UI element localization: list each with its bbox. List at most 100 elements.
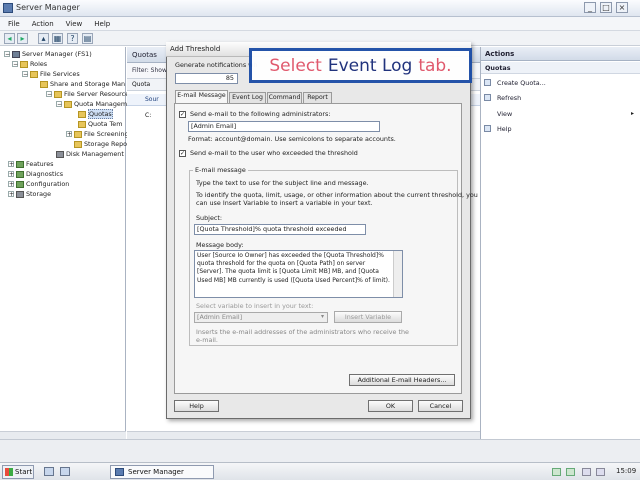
action-help[interactable]: Help <box>484 123 634 134</box>
network-tray-icon[interactable] <box>552 468 561 476</box>
menu-file[interactable]: File <box>8 20 20 28</box>
title-bar: Server Manager _ □ × <box>0 0 640 17</box>
folder-icon <box>64 100 72 108</box>
instruction-callout-text: Select Event Log tab. <box>252 51 469 80</box>
chevron-down-icon: ▾ <box>320 313 324 320</box>
send-to-user-checkbox[interactable]: ✓ <box>179 150 186 157</box>
taskbar: Start Server Manager 15:09 <box>0 462 640 480</box>
submenu-arrow-icon: ▸ <box>630 110 634 117</box>
server-icon <box>12 50 20 58</box>
taskbar-item-server-manager[interactable]: Server Manager <box>110 465 214 479</box>
tree-item-diagnostics[interactable]: + Diagnostics <box>8 169 63 179</box>
minimize-button[interactable]: _ <box>584 2 596 13</box>
window-title: Server Manager <box>16 3 80 12</box>
tab-email-message[interactable]: E-mail Message <box>175 90 228 104</box>
action-refresh[interactable]: Refresh <box>484 92 634 103</box>
up-folder-icon[interactable]: ▴ <box>38 33 49 44</box>
storage-icon <box>16 190 24 198</box>
folder-icon <box>40 80 48 88</box>
forward-icon[interactable]: ▸ <box>17 33 28 44</box>
show-hide-tree-icon[interactable]: ▦ <box>52 33 63 44</box>
email-message-group-label: E-mail message <box>193 166 248 174</box>
group-intro-text: Type the text to use for the subject lin… <box>196 179 369 187</box>
actions-header: Actions <box>481 47 640 61</box>
start-button[interactable]: Start <box>2 465 34 479</box>
send-to-admins-checkbox[interactable]: ✓ <box>179 111 186 118</box>
tree-item-fsrm[interactable]: − File Server Resource <box>46 89 129 99</box>
subject-label: Subject: <box>196 214 223 222</box>
send-to-admins-label: Send e-mail to the following administrat… <box>190 110 331 118</box>
properties-icon[interactable]: ▤ <box>82 33 93 44</box>
server-manager-quicklaunch-icon[interactable] <box>44 467 54 476</box>
tree-horizontal-scrollbar[interactable] <box>0 431 126 439</box>
features-icon <box>16 160 24 168</box>
ok-button[interactable]: OK <box>368 400 413 412</box>
action-view[interactable]: View ▸ <box>484 108 634 119</box>
close-button[interactable]: × <box>616 2 628 13</box>
volume-tray-icon[interactable] <box>582 468 591 476</box>
tree-item-share-storage[interactable]: Share and Storage Man <box>40 79 125 89</box>
folder-icon <box>54 90 62 98</box>
folder-icon <box>78 110 86 118</box>
tree-item-configuration[interactable]: + Configuration <box>8 179 69 189</box>
message-body-scrollbar[interactable] <box>393 251 402 297</box>
tree-item-storage-reports[interactable]: Storage Report <box>74 139 132 149</box>
column-quota[interactable]: Quota <box>132 81 150 88</box>
windows-logo-icon <box>5 468 13 476</box>
variable-desc-line2: e-mail. <box>196 336 218 344</box>
tree-item-quota-templates[interactable]: Quota Tem <box>78 119 122 129</box>
additional-email-headers-button[interactable]: Additional E-mail Headers... <box>349 374 455 386</box>
server-manager-icon <box>115 468 124 476</box>
diagnostics-icon <box>16 170 24 178</box>
menu-action[interactable]: Action <box>32 20 54 28</box>
cancel-button[interactable]: Cancel <box>418 400 463 412</box>
language-tray-icon[interactable] <box>596 468 605 476</box>
group-desc-line1: To identify the quota, limit, usage, or … <box>196 191 478 199</box>
generate-notifications-label: Generate notifications wh <box>175 61 258 69</box>
tree-item-file-services[interactable]: − File Services <box>22 69 80 79</box>
filter-dropdown[interactable]: Filter: Show <box>132 67 167 74</box>
group-desc-line2: can use Insert Variable to insert a vari… <box>196 199 373 207</box>
disk-icon <box>56 150 64 158</box>
maximize-button[interactable]: □ <box>600 2 612 13</box>
server-manager-icon <box>3 3 13 13</box>
status-bar <box>0 439 640 462</box>
configuration-icon <box>16 180 24 188</box>
tree-item-disk-management[interactable]: Disk Management <box>56 149 124 159</box>
folder-icon <box>74 140 82 148</box>
tree-item-server-manager[interactable]: − Server Manager (FS1) <box>4 49 92 59</box>
subject-input[interactable]: [Quota Threshold]% quota threshold excee… <box>194 224 366 235</box>
actions-section-quotas[interactable]: Quotas <box>481 62 640 74</box>
format-hint: Format: account@domain. Use semicolons t… <box>188 135 396 143</box>
variable-select[interactable]: [Admin Email] <box>194 312 328 323</box>
help-icon[interactable]: ? <box>67 33 78 44</box>
action-create-quota[interactable]: Create Quota... <box>484 77 634 88</box>
admin-email-input[interactable]: [Admin Email] <box>188 121 380 132</box>
back-icon[interactable]: ◂ <box>4 33 15 44</box>
tree-item-storage[interactable]: + Storage <box>8 189 51 199</box>
folder-icon <box>30 70 38 78</box>
tree-item-roles[interactable]: − Roles <box>12 59 47 69</box>
insert-variable-label: Select variable to insert in your text: <box>196 302 314 310</box>
threshold-percent-input[interactable]: 85 <box>175 73 238 84</box>
folder-icon <box>78 120 86 128</box>
folder-icon <box>74 130 82 138</box>
actions-pane <box>480 47 640 439</box>
menu-view[interactable]: View <box>66 20 83 28</box>
help-button[interactable]: Help <box>174 400 219 412</box>
instruction-callout: Select Event Log tab. <box>249 48 472 83</box>
results-horizontal-scrollbar[interactable] <box>127 431 480 439</box>
tree-item-features[interactable]: + Features <box>8 159 53 169</box>
variable-desc-line1: Inserts the e-mail addresses of the admi… <box>196 328 409 336</box>
help-icon <box>484 125 491 132</box>
view-icon <box>484 110 491 117</box>
insert-variable-button[interactable]: Insert Variable <box>334 311 402 323</box>
menu-help[interactable]: Help <box>94 20 110 28</box>
powershell-quicklaunch-icon[interactable] <box>60 467 70 476</box>
tree-item-file-screening[interactable]: + File Screening M <box>66 129 136 139</box>
clock[interactable]: 15:09 <box>616 467 636 475</box>
tree-item-quotas[interactable]: Quotas <box>78 109 113 119</box>
action-center-tray-icon[interactable] <box>566 468 575 476</box>
refresh-icon <box>484 94 491 101</box>
tree-item-quota-management[interactable]: − Quota Managem <box>56 99 127 109</box>
